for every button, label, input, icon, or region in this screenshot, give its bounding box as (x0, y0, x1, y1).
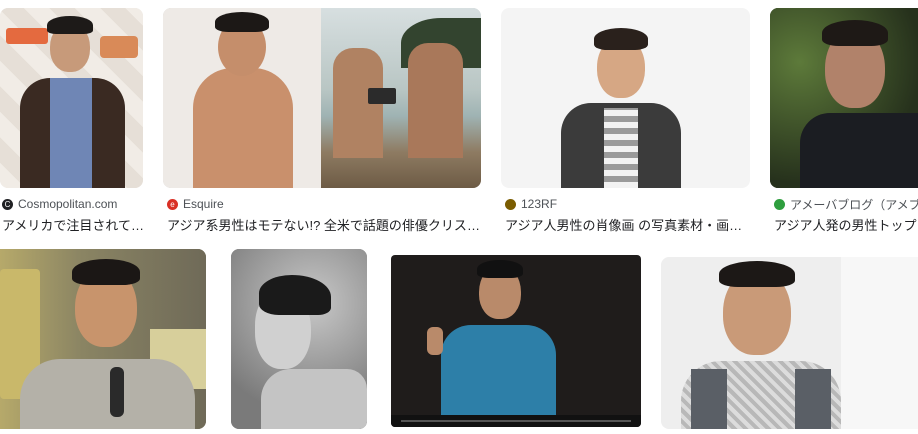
result-title[interactable]: アジア系男性はモテない!? 全米で話題の俳優クリス・… (167, 215, 481, 234)
image-result-8[interactable] (661, 257, 918, 429)
image-result-6[interactable] (231, 249, 367, 429)
result-title[interactable]: アジア人男性の肖像画 の写真素材・画像… (505, 215, 751, 234)
image-result-1[interactable]: C Cosmopolitan.com アメリカで注目されて… (0, 8, 145, 233)
result-title[interactable]: アジア人発の男性トップモ (774, 215, 918, 234)
result-thumbnail[interactable] (0, 249, 206, 429)
image-result-4[interactable]: アメーバブログ（アメブ アジア人発の男性トップモ (770, 8, 918, 233)
result-source[interactable]: Esquire (183, 197, 224, 211)
result-thumbnail[interactable] (0, 8, 143, 188)
ameba-icon (774, 198, 785, 210)
result-thumbnail[interactable] (661, 257, 918, 429)
result-thumbnail[interactable] (391, 255, 641, 427)
esquire-icon: e (167, 198, 178, 210)
result-thumbnail[interactable] (770, 8, 918, 188)
123rf-icon (505, 198, 516, 210)
image-result-3[interactable]: 123RF アジア人男性の肖像画 の写真素材・画像… (501, 8, 751, 233)
image-result-5[interactable] (0, 249, 206, 429)
result-source[interactable]: Cosmopolitan.com (18, 197, 117, 211)
result-source[interactable]: 123RF (521, 197, 557, 211)
result-thumbnail[interactable] (231, 249, 367, 429)
result-title[interactable]: アメリカで注目されて… (2, 215, 144, 234)
result-thumbnail[interactable] (163, 8, 481, 188)
result-thumbnail[interactable] (501, 8, 750, 188)
result-source[interactable]: アメーバブログ（アメブ (790, 196, 918, 213)
image-result-7[interactable] (391, 255, 641, 427)
image-result-2[interactable]: e Esquire アジア系男性はモテない!? 全米で話題の俳優クリス・… (163, 8, 481, 233)
cosmopolitan-c-icon: C (2, 198, 13, 210)
